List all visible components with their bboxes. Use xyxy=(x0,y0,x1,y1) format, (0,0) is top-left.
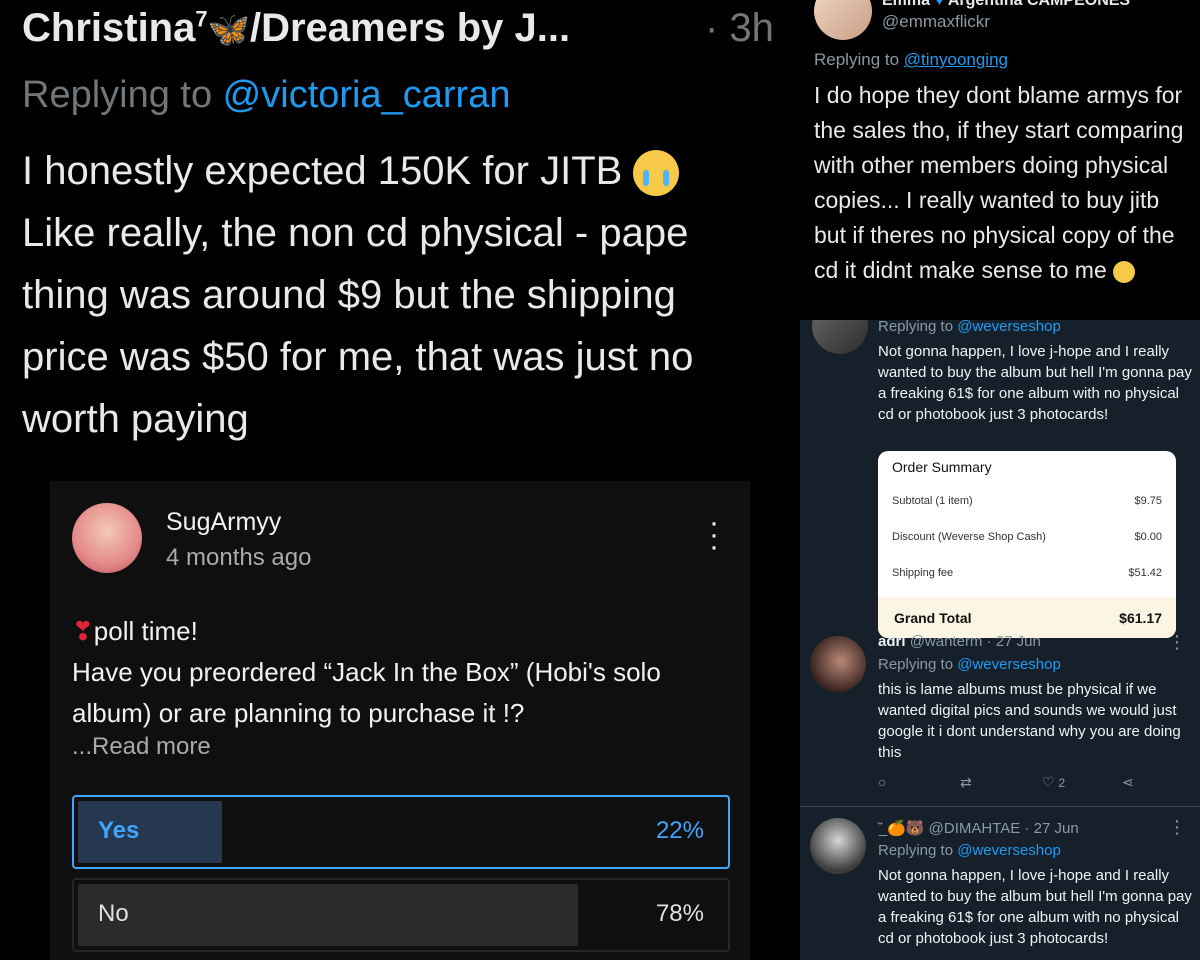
author-name-rest: /Dreamers by J... xyxy=(249,6,571,50)
tweet-line: price was $50 for me, that was just no xyxy=(22,335,694,379)
heart-icon: ♡ xyxy=(1042,774,1055,790)
avatar[interactable] xyxy=(812,320,868,354)
tweet-author-name[interactable]: Christina7🦋/Dreamers by J... xyxy=(22,6,570,51)
like-button[interactable]: ♡ 2 xyxy=(1042,774,1065,791)
poll-option-label: No xyxy=(98,900,129,927)
replying-prefix: Replying to xyxy=(878,842,958,859)
replying-prefix: Replying to xyxy=(878,320,958,335)
tweet-body: this is lame albums must be physical if … xyxy=(878,681,1181,761)
replying-handle-link[interactable]: @victoria_carran xyxy=(223,74,511,116)
butterfly-icon: 🦋 xyxy=(207,11,250,49)
tweet-body: I do hope they dont blame armys for the … xyxy=(814,78,1194,288)
post-author-name[interactable]: SugArmyy xyxy=(166,508,281,537)
order-row: Subtotal (1 item) $9.75 xyxy=(892,495,1162,507)
replying-handle-link[interactable]: @weverseshop xyxy=(957,842,1061,859)
read-more-link[interactable]: ...Read more xyxy=(72,733,211,761)
replying-handle-link[interactable]: @weverseshop xyxy=(957,320,1061,335)
grand-total-label: Grand Total xyxy=(894,610,972,626)
pensive-face-icon xyxy=(1113,260,1136,283)
order-row-value: $51.42 xyxy=(1128,567,1162,579)
tweet-body: Not gonna happen, I love j-hope and I re… xyxy=(878,867,1192,947)
post-time: 4 months ago xyxy=(166,544,312,571)
avatar[interactable] xyxy=(810,636,866,692)
avatar[interactable] xyxy=(814,0,872,40)
author-name: Christina xyxy=(22,6,196,50)
order-row: Discount (Weverse Shop Cash) $0.00 xyxy=(892,531,1162,543)
grand-total-value: $61.17 xyxy=(1119,610,1162,626)
author-name: adri xyxy=(878,633,906,650)
author-superscript: 7 xyxy=(195,6,208,32)
tweet-line: worth paying xyxy=(22,397,249,441)
tweet-body: I honestly expected 150K for JITB Like r… xyxy=(22,140,693,450)
author-handle: @emmaxflickr xyxy=(882,12,990,31)
order-row-label: Discount (Weverse Shop Cash) xyxy=(892,531,1046,543)
tweet-body: Not gonna happen, I love j-hope and I re… xyxy=(878,343,1192,423)
tweet-line: Like really, the non cd physical - pape xyxy=(22,211,689,255)
tweet-panel-emma: Emma ♥ Argentina CAMPEONES @emmaxflickr … xyxy=(800,0,1200,320)
replying-prefix: Replying to xyxy=(878,656,958,673)
tweet-author[interactable]: adri @wanterm · 27 Jun xyxy=(878,633,1041,650)
tweet-line: thing was around $9 but the shipping xyxy=(22,273,676,317)
replying-handle-link[interactable]: @tinyoonging xyxy=(904,50,1008,69)
poll-option-percent: 78% xyxy=(655,900,704,927)
tweet-author[interactable]: ˘̲ 🍊🐻 @DIMAHTAE · 27 Jun xyxy=(878,819,1079,837)
replying-to: Replying to @victoria_carran xyxy=(22,74,510,117)
retweet-icon[interactable]: ⇄ xyxy=(960,774,972,791)
author-name-suffix: Argentina CAMPEONES xyxy=(947,0,1131,9)
reply-icon[interactable]: ○ xyxy=(878,774,886,790)
replying-to: Replying to @weverseshop xyxy=(878,320,1061,335)
order-total: Grand Total $61.17 xyxy=(878,597,1176,638)
poll-option-no[interactable]: No 78% xyxy=(72,878,730,952)
order-summary-title: Order Summary xyxy=(892,459,992,475)
crying-face-icon xyxy=(633,150,680,197)
replying-to: Replying to @tinyoonging xyxy=(814,50,1008,70)
order-row-label: Shipping fee xyxy=(892,567,954,579)
more-options-icon[interactable]: ⋮ xyxy=(1168,632,1186,653)
poll-option-label: Yes xyxy=(98,817,140,844)
tweet-thread-panel: Replying to @weverseshop Not gonna happe… xyxy=(800,320,1200,960)
more-options-icon[interactable]: · · · xyxy=(704,508,724,562)
tweet-actions: ○ ⇄ ♡ 2 ⋖ xyxy=(878,774,1168,794)
like-count: 2 xyxy=(1058,776,1066,790)
order-row-value: $9.75 xyxy=(1134,495,1162,507)
replying-prefix: Replying to xyxy=(814,50,904,69)
more-options-icon[interactable]: ⋮ xyxy=(1168,817,1186,838)
heart-exclamation-icon: ❣ xyxy=(72,616,94,646)
replying-prefix: Replying to xyxy=(22,74,223,116)
order-summary-image[interactable]: Order Summary Subtotal (1 item) $9.75 Di… xyxy=(878,451,1176,638)
poll-option-yes[interactable]: Yes 22% xyxy=(72,795,730,869)
poll-post-panel: SugArmyy 4 months ago · · · ❣poll time! Ha… xyxy=(50,481,750,960)
author-handle-time: @wanterm · 27 Jun xyxy=(909,633,1041,650)
blue-heart-icon: ♥ xyxy=(934,0,944,9)
replying-to: Replying to @weverseshop xyxy=(878,656,1061,673)
poll-option-fill xyxy=(78,884,578,946)
replying-to: Replying to @weverseshop xyxy=(878,842,1061,859)
tweet-author-name[interactable]: Emma ♥ Argentina CAMPEONES xyxy=(882,0,1130,10)
post-text: ❣poll time! Have you preordered “Jack In… xyxy=(72,611,732,734)
order-row-label: Subtotal (1 item) xyxy=(892,495,973,507)
tweet-panel-christina: Christina7🦋/Dreamers by J... · 3h Replyi… xyxy=(0,0,800,480)
order-row: Shipping fee $51.42 xyxy=(892,567,1162,579)
poll-option-percent: 22% xyxy=(655,817,704,844)
divider xyxy=(800,806,1200,807)
avatar[interactable] xyxy=(72,503,142,573)
tweet-line: I honestly expected 150K for JITB xyxy=(22,149,623,193)
order-row-value: $0.00 xyxy=(1134,531,1162,543)
tweet-text: I do hope they dont blame armys for the … xyxy=(814,82,1184,283)
avatar[interactable] xyxy=(810,818,866,874)
share-icon[interactable]: ⋖ xyxy=(1122,774,1134,791)
tweet-time: · 3h xyxy=(705,6,774,50)
post-line: poll time! xyxy=(93,616,198,646)
replying-handle-link[interactable]: @weverseshop xyxy=(957,656,1061,673)
author-name: Emma xyxy=(882,0,931,9)
post-line: Have you preordered “Jack In the Box” (H… xyxy=(72,657,661,728)
